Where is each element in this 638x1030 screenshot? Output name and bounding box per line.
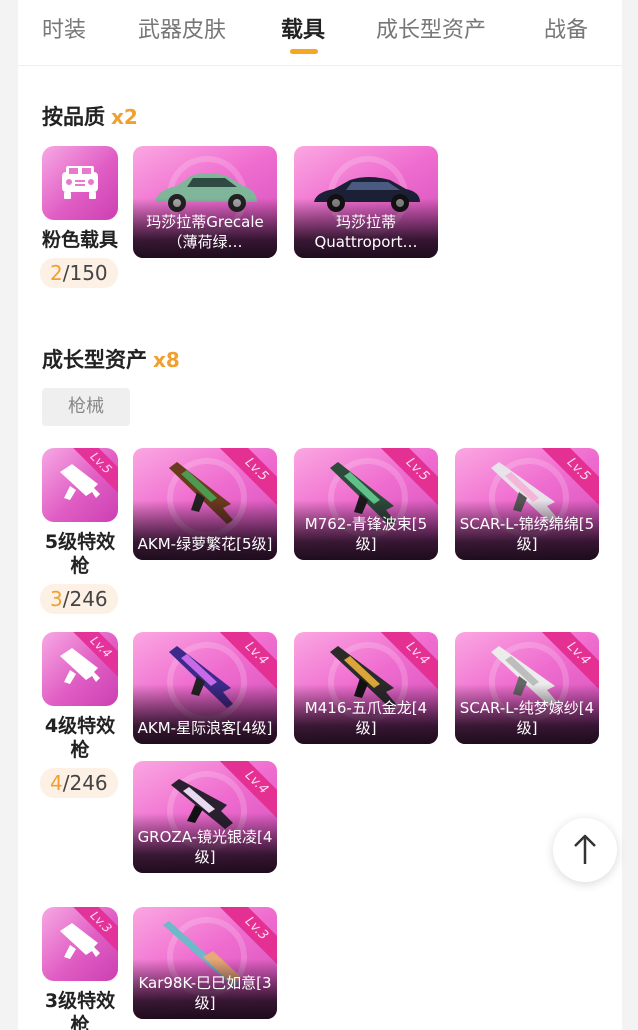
item-name: AKM-绿萝繁花[5级] xyxy=(137,535,273,553)
item-card-scar-lv5[interactable]: Lv.5 SCAR-L-锦绣绵绵[5级] xyxy=(455,448,599,560)
collection-count: 3/246 xyxy=(40,584,118,614)
section-multiplier: x8 xyxy=(153,348,180,372)
item-name: M416-五爪金龙[4级] xyxy=(304,699,428,737)
item-card-groza-lv4[interactable]: Lv.4 GROZA-镜光银凌[4级] xyxy=(133,761,277,873)
rifle-icon xyxy=(60,464,100,500)
category-label: 粉色载具 xyxy=(42,229,119,251)
category-lv5-effect-guns[interactable]: Lv.5 5级特效枪 3/246 xyxy=(40,448,118,614)
item-name: SCAR-L-锦绣绵绵[5级] xyxy=(459,515,595,553)
item-name: AKM-星际浪客[4级] xyxy=(137,719,273,737)
tab-vehicles[interactable]: 载具 xyxy=(281,12,325,44)
category-icon-tile: Lv.4 xyxy=(42,632,118,706)
section-title-growth-assets: 成长型资产 x8 xyxy=(42,344,180,374)
section-title-label: 成长型资产 xyxy=(42,348,147,372)
item-name: 玛莎拉蒂Quattroport… xyxy=(314,213,418,251)
category-icon-tile: Lv.5 xyxy=(42,448,118,522)
collection-count: 4/246 xyxy=(40,768,118,798)
category-icon-tile xyxy=(42,146,118,220)
item-card-akm-lv5[interactable]: Lv.5 AKM-绿萝繁花[5级] xyxy=(133,448,277,560)
back-to-top-button[interactable] xyxy=(553,818,617,882)
owned-count: 4 xyxy=(50,771,63,795)
section-multiplier: x2 xyxy=(111,105,138,129)
total-count: /246 xyxy=(62,771,108,795)
item-name: SCAR-L-纯梦嫁纱[4级] xyxy=(459,699,595,737)
category-label: 3级特效枪 xyxy=(44,990,116,1030)
rifle-icon xyxy=(60,923,100,959)
item-name: 玛莎拉蒂Grecale（薄荷绿… xyxy=(146,213,264,251)
rifle-icon xyxy=(60,648,100,684)
collection-count: 2/150 xyxy=(40,258,118,288)
active-tab-indicator xyxy=(290,49,318,54)
tab-equipment[interactable]: 战备 xyxy=(544,12,588,44)
jeep-icon xyxy=(62,166,98,199)
item-card-m762-lv5[interactable]: Lv.5 M762-青锋波束[5级] xyxy=(294,448,438,560)
tab-outfit[interactable]: 时装 xyxy=(42,12,86,44)
owned-count: 3 xyxy=(50,587,63,611)
tab-growth-assets[interactable]: 成长型资产 xyxy=(376,12,486,44)
filter-chip-guns[interactable]: 枪械 xyxy=(42,388,130,426)
category-icon-tile: Lv.3 xyxy=(42,907,118,981)
owned-count: 2 xyxy=(50,261,63,285)
item-card-maserati-grecale[interactable]: 玛莎拉蒂Grecale（薄荷绿… xyxy=(133,146,277,258)
tab-weapon-skins[interactable]: 武器皮肤 xyxy=(138,12,226,44)
category-lv3-effect-guns[interactable]: Lv.3 3级特效枪 xyxy=(42,907,118,1030)
item-card-akm-lv4[interactable]: Lv.4 AKM-星际浪客[4级] xyxy=(133,632,277,744)
item-card-kar98k-lv3[interactable]: Lv.3 Kar98K-巳巳如意[3级] xyxy=(133,907,277,1019)
item-card-scar-lv4[interactable]: Lv.4 SCAR-L-纯梦嫁纱[4级] xyxy=(455,632,599,744)
total-count: /246 xyxy=(62,587,108,611)
category-label: 4级特效枪 xyxy=(44,715,116,761)
section-title-label: 按品质 xyxy=(42,105,105,129)
total-count: /150 xyxy=(62,261,108,285)
category-pink-vehicle[interactable]: 粉色载具 2/150 xyxy=(40,146,119,288)
item-card-m416-lv4[interactable]: Lv.4 M416-五爪金龙[4级] xyxy=(294,632,438,744)
category-lv4-effect-guns[interactable]: Lv.4 4级特效枪 4/246 xyxy=(40,632,118,798)
arrow-up-icon xyxy=(574,834,596,864)
section-title-by-quality: 按品质 x2 xyxy=(42,101,138,131)
item-card-maserati-quattroporte[interactable]: 玛莎拉蒂Quattroport… xyxy=(294,146,438,258)
content-panel: 时装 武器皮肤 载具 成长型资产 战备 按品质 x2 粉色载具 2/150 玛莎… xyxy=(18,0,622,1030)
item-name: GROZA-镜光银凌[4级] xyxy=(137,828,273,866)
category-label: 5级特效枪 xyxy=(44,531,116,577)
item-name: Kar98K-巳巳如意[3级] xyxy=(138,974,272,1012)
item-name: M762-青锋波束[5级] xyxy=(304,515,428,553)
tab-bar: 时装 武器皮肤 载具 成长型资产 战备 xyxy=(18,0,622,66)
